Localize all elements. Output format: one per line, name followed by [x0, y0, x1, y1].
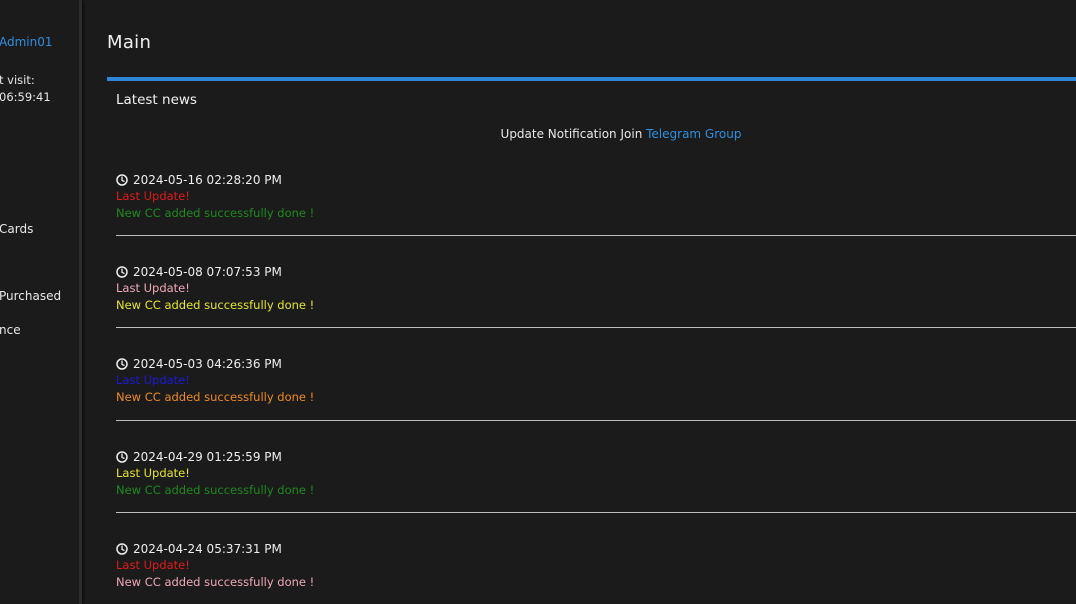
news-date-row: 2024-05-08 07:07:53 PM [116, 263, 1076, 280]
news-item: 2024-04-24 05:37:31 PM Last Update! New CC… [116, 540, 1076, 604]
news-body: New CC added successfully done ! [116, 483, 315, 497]
panel-title: Latest news [116, 92, 197, 108]
news-body: New CC added successfully done ! [116, 206, 315, 220]
last-visit-time: 06:59:41 [0, 90, 51, 104]
clock-icon [116, 450, 128, 463]
news-date-row: 2024-05-16 02:28:20 PM [116, 171, 1076, 188]
news-date-row: 2024-04-24 05:37:31 PM [116, 540, 1076, 557]
news-item: 2024-05-08 07:07:53 PM Last Update! New CC… [116, 263, 1076, 328]
news-date-row: 2024-04-29 01:25:59 PM [116, 448, 1076, 465]
news-date: 2024-05-08 07:07:53 PM [133, 264, 282, 279]
telegram-group-link[interactable]: Telegram Group [646, 127, 741, 141]
page-title: Main [107, 32, 152, 53]
news-item: 2024-05-16 02:28:20 PM Last Update! New CC… [116, 171, 1076, 236]
news-item: 2024-04-29 01:25:59 PM Last Update! New CC… [116, 448, 1076, 513]
sidebar-item-cards[interactable]: Cards [0, 222, 33, 236]
notice-text: Update Notification Join [500, 127, 643, 141]
news-heading: Last Update! [116, 558, 190, 572]
clock-icon [116, 265, 128, 278]
news-date: 2024-04-29 01:25:59 PM [133, 449, 282, 464]
news-body: New CC added successfully done ! [116, 390, 315, 404]
last-visit-label: t visit: [0, 73, 35, 87]
news-body: New CC added successfully done ! [116, 575, 315, 589]
news-date: 2024-05-03 04:26:36 PM [133, 356, 282, 371]
news-heading: Last Update! [116, 189, 190, 203]
clock-icon [116, 357, 128, 370]
sidebar-username[interactable]: Admin01 [0, 35, 53, 49]
news-body: New CC added successfully done ! [116, 298, 315, 312]
update-notice: Update Notification Join Telegram Group [85, 127, 1076, 141]
sidebar-item-purchased[interactable]: Purchased [0, 289, 61, 303]
news-heading: Last Update! [116, 373, 190, 387]
clock-icon [116, 173, 128, 186]
news-heading: Last Update! [116, 466, 190, 480]
sidebar: Admin01 t visit: 06:59:41 Cards Purchase… [0, 0, 82, 604]
sidebar-item-balance[interactable]: nce [0, 323, 21, 337]
clock-icon [116, 542, 128, 555]
main-content: Main Latest news Update Notification Joi… [85, 0, 1076, 604]
news-date: 2024-04-24 05:37:31 PM [133, 541, 282, 556]
news-date-row: 2024-05-03 04:26:36 PM [116, 355, 1076, 372]
news-date: 2024-05-16 02:28:20 PM [133, 172, 282, 187]
news-heading: Last Update! [116, 281, 190, 295]
title-accent-bar [107, 77, 1076, 81]
news-item: 2024-05-03 04:26:36 PM Last Update! New CC… [116, 355, 1076, 421]
